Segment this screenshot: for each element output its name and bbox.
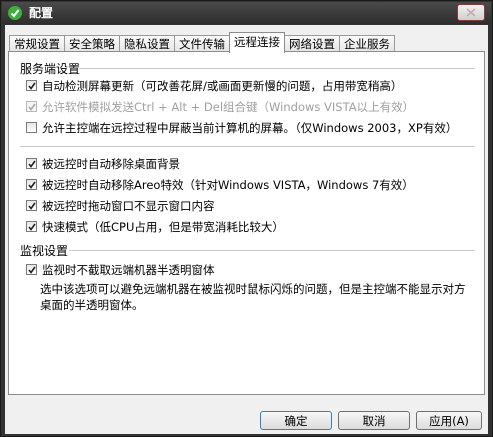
- checkbox-label: 监视时不截取远端机器半透明窗体: [42, 263, 215, 277]
- checkbox-box[interactable]: [26, 200, 37, 211]
- checkbox-label: 自动检测屏幕更新（可改善花屏/或画面更新慢的问题，占用带宽稍高）: [42, 79, 403, 93]
- tab-remote-connection[interactable]: 远程连接: [229, 32, 285, 53]
- divider: [79, 68, 475, 70]
- check-icon: [28, 266, 36, 274]
- check-icon: [28, 223, 36, 231]
- monitor-description: 选中该选项可以避免远端机器在被监视时鼠标闪烁的问题，但是主控端不能显示对方桌面的…: [40, 282, 466, 312]
- checkbox-box[interactable]: [26, 80, 37, 91]
- check-icon: [28, 160, 36, 168]
- checkbox-box[interactable]: [26, 179, 37, 190]
- checkbox-box[interactable]: [26, 264, 37, 275]
- config-dialog: 配置 常规设置 安全策略 隐私设置 文件传输 远程连接 网络设置 企业服务 服务…: [0, 0, 493, 437]
- checkbox-label: 允许软件模拟发送Ctrl + Alt + Del组合键（Windows VIST…: [42, 100, 415, 114]
- checkbox-box[interactable]: [26, 221, 37, 232]
- checkbox-box: [26, 101, 37, 112]
- divider: [69, 250, 475, 252]
- close-button[interactable]: [457, 4, 485, 21]
- checkbox-label: 被远控时自动移除桌面背景: [42, 157, 180, 171]
- tab-panel-remote-connection: 服务端设置 自动检测屏幕更新（可改善花屏/或画面更新慢的问题，占用带宽稍高） 允…: [8, 51, 485, 395]
- checkbox-box[interactable]: [26, 122, 37, 133]
- app-logo-icon: [8, 6, 22, 20]
- checkbox-label: 允许主控端在远控过程中屏蔽当前计算机的屏幕。（仅Windows 2003，XP有…: [42, 121, 458, 135]
- tab-strip: 常规设置 安全策略 隐私设置 文件传输 远程连接 网络设置 企业服务: [9, 32, 395, 53]
- checkbox-label: 快速模式（低CPU占用，但是带宽消耗比较大）: [42, 220, 284, 234]
- close-icon: [466, 8, 476, 17]
- window-title: 配置: [29, 6, 54, 20]
- cancel-button[interactable]: 取消: [338, 411, 410, 430]
- checkbox-label: 被远控时拖动窗口不显示窗口内容: [42, 199, 215, 213]
- monitor-settings-title: 监视设置: [20, 244, 69, 258]
- checkbox-box[interactable]: [26, 158, 37, 169]
- check-icon: [28, 202, 36, 210]
- dialog-body: 常规设置 安全策略 隐私设置 文件传输 远程连接 网络设置 企业服务 服务端设置…: [5, 25, 488, 434]
- check-icon: [28, 103, 36, 111]
- check-icon: [28, 181, 36, 189]
- title-bar[interactable]: 配置: [2, 2, 491, 24]
- server-settings-title: 服务端设置: [20, 62, 81, 76]
- check-icon: [28, 82, 36, 90]
- ok-button[interactable]: 确定: [260, 411, 332, 430]
- divider: [20, 146, 475, 148]
- checkbox-label: 被远控时自动移除Areo特效（针对Windows VISTA，Windows 7…: [42, 178, 414, 192]
- apply-button[interactable]: 应用(A): [416, 411, 482, 430]
